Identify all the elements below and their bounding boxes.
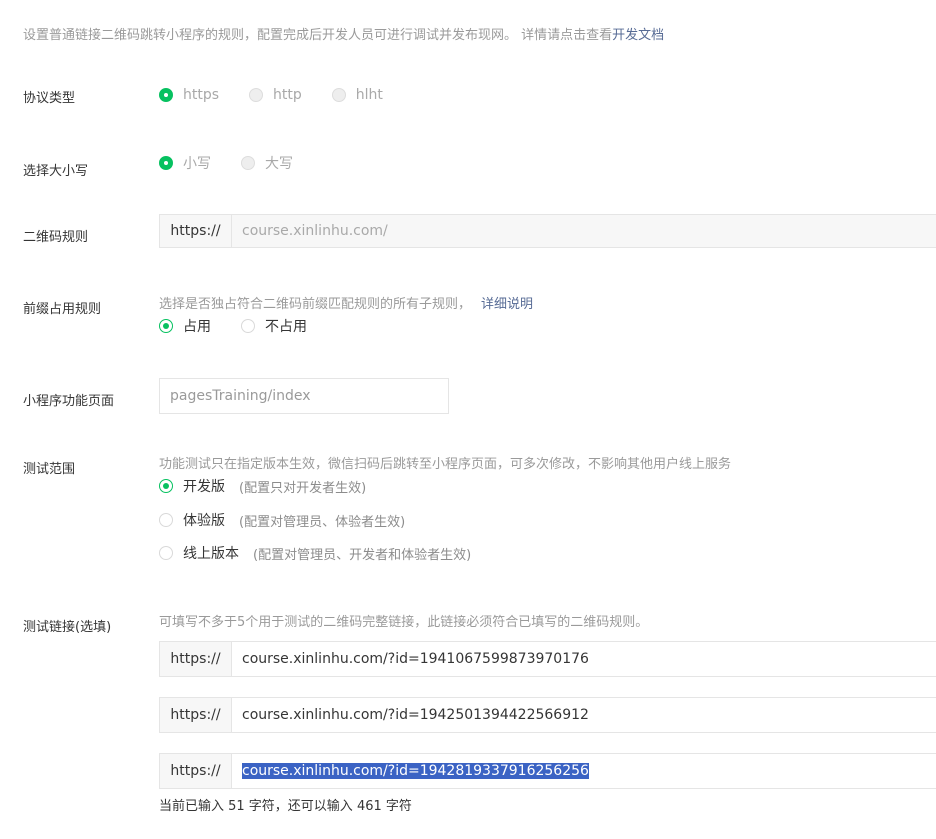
page-input[interactable]: pagesTraining/index xyxy=(159,378,449,414)
page-label: 小程序功能页面 xyxy=(23,394,115,409)
scope-option-dev[interactable]: 开发版 (配置只对开发者生效) xyxy=(159,476,366,496)
scope-option-trial[interactable]: 体验版 (配置对管理员、体验者生效) xyxy=(159,510,405,530)
radio-unchecked-icon xyxy=(241,156,255,170)
protocol-option-https[interactable]: https xyxy=(159,87,219,103)
protocol-option-hlht[interactable]: hlht xyxy=(331,87,383,103)
radio-checked-icon xyxy=(159,319,173,333)
qr-rule-label: 二维码规则 xyxy=(23,230,89,245)
test-link-input-3[interactable]: https:// course.xinlinhu.com/?id=1942819… xyxy=(159,753,936,789)
protocol-option-http[interactable]: http xyxy=(249,87,302,103)
prefix-option-not-occupy[interactable]: 不占用 xyxy=(241,316,307,336)
qr-rule-value: course.xinlinhu.com/ xyxy=(242,223,388,239)
test-link-value-selected: course.xinlinhu.com/?id=1942819337916256… xyxy=(242,763,589,779)
radio-checked-icon xyxy=(159,88,173,102)
radio-unchecked-icon xyxy=(249,88,264,102)
test-links-hint: 可填写不多于5个用于测试的二维码完整链接，此链接必须符合已填写的二维码规则。 xyxy=(159,615,649,630)
radio-checked-icon xyxy=(159,156,173,170)
case-label: 选择大小写 xyxy=(23,164,89,179)
radio-unchecked-icon xyxy=(331,88,346,102)
case-radio-group: 小写 大写 xyxy=(159,153,293,173)
radio-unchecked-icon xyxy=(241,319,255,333)
detail-link[interactable]: 详细说明 xyxy=(481,297,533,312)
protocol-label: 协议类型 xyxy=(23,91,76,106)
test-link-input-1[interactable]: https:// course.xinlinhu.com/?id=1941067… xyxy=(159,641,936,677)
test-link-prefix: https:// xyxy=(160,698,232,732)
test-link-input-2[interactable]: https:// course.xinlinhu.com/?id=1942501… xyxy=(159,697,936,733)
dev-docs-link[interactable]: 开发文档 xyxy=(612,28,664,43)
test-scope-hint: 功能测试只在指定版本生效，微信扫码后跳转至小程序页面，可多次修改，不影响其他用户… xyxy=(159,457,732,472)
intro-text: 设置普通链接二维码跳转小程序的规则，配置完成后开发人员可进行调试并发布现网。 详… xyxy=(23,28,665,43)
radio-checked-icon xyxy=(159,479,173,493)
test-link-value[interactable]: course.xinlinhu.com/?id=1941067599873970… xyxy=(232,642,936,676)
radio-unchecked-icon xyxy=(159,513,173,527)
test-link-prefix: https:// xyxy=(160,642,232,676)
qr-rule-prefix: https:// xyxy=(160,215,232,247)
test-scope-label: 测试范围 xyxy=(23,462,76,477)
test-links-label: 测试链接(选填) xyxy=(23,620,112,635)
prefix-rule-label: 前缀占用规则 xyxy=(23,302,102,317)
test-link-value-wrap[interactable]: course.xinlinhu.com/?id=1942819337916256… xyxy=(232,754,936,788)
qr-rule-input: https:// course.xinlinhu.com/ xyxy=(159,214,936,248)
prefix-rule-radio-group: 占用 不占用 xyxy=(159,316,307,336)
prefix-option-occupy[interactable]: 占用 xyxy=(159,316,211,336)
char-counter: 当前已输入 51 字符，还可以输入 461 字符 xyxy=(159,799,412,814)
case-option-upper[interactable]: 大写 xyxy=(241,153,293,173)
test-link-prefix: https:// xyxy=(160,754,232,788)
scope-option-online[interactable]: 线上版本 (配置对管理员、开发者和体验者生效) xyxy=(159,543,471,563)
case-option-lower[interactable]: 小写 xyxy=(159,153,211,173)
prefix-rule-hint: 选择是否独占符合二维码前缀匹配规则的所有子规则， 详细说明 xyxy=(159,297,534,312)
protocol-radio-group: https http hlht xyxy=(159,87,383,103)
radio-unchecked-icon xyxy=(159,546,173,560)
test-link-value[interactable]: course.xinlinhu.com/?id=1942501394422566… xyxy=(232,698,936,732)
